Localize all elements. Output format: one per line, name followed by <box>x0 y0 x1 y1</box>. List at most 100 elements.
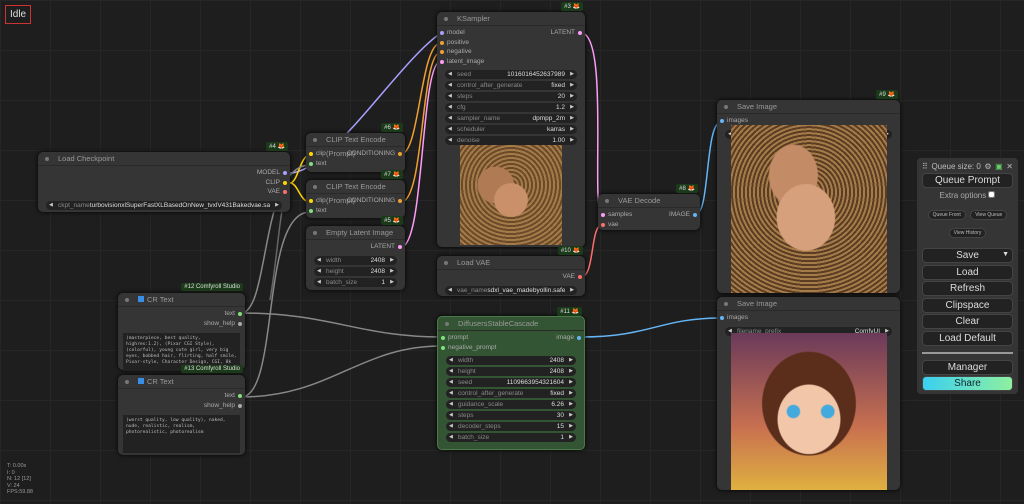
widget-height[interactable]: height 2408 <box>314 266 397 276</box>
widget-ckpt-name[interactable]: ckpt_nameturbovisionxlSuperFastXLBasedOn… <box>46 200 282 210</box>
fox-icon: 🦊 <box>887 92 895 98</box>
node-clip-text-encode-prompt[interactable]: #6 🦊 CLIP Text Encode (Prompt) clip CONDITI… <box>306 123 405 172</box>
widget-seed[interactable]: seed 1109663954321604 <box>446 378 576 387</box>
node-load-vae[interactable]: #10 🦊 Load VAE VAE vae_namesdxl_vae_madebyo… <box>437 246 585 296</box>
widget-control-after-generate[interactable]: control_after_generate fixed <box>445 81 577 90</box>
input-slot-prompt[interactable]: prompt <box>438 333 468 343</box>
node-cr-text[interactable]: #12 Comfyroll Studio CR Text text show_help… <box>118 283 245 371</box>
output-slot-text[interactable]: text <box>225 391 245 401</box>
widget-denoise[interactable]: denoise 1.00 <box>445 136 577 145</box>
node-title[interactable]: CR Text <box>118 293 245 307</box>
node-title[interactable]: KSampler <box>437 12 585 26</box>
input-slot-negative_prompt[interactable]: negative_prompt <box>438 343 496 353</box>
node-ksampler[interactable]: #3 🦊 KSampler model LATENT positive negative l… <box>437 2 585 247</box>
share-button[interactable]: Share <box>922 376 1013 391</box>
input-slot-latent_image[interactable]: latent_image <box>437 57 484 67</box>
output-slot-CONDITIONING[interactable]: CONDITIONING <box>347 196 405 206</box>
queue-prompt-button[interactable]: Queue Prompt <box>922 172 1013 188</box>
load-button[interactable]: Load <box>922 264 1013 280</box>
close-icon[interactable]: ✕ <box>1006 162 1013 171</box>
output-slot-CONDITIONING[interactable]: CONDITIONING <box>347 149 405 159</box>
widget-decoder-steps[interactable]: decoder_steps 15 <box>446 422 576 431</box>
node-save-image[interactable]: Save Imageimagesfilename_prefixComfyUI <box>717 297 900 490</box>
widget-label: width <box>458 357 474 364</box>
clipspace-button[interactable]: Clipspace <box>922 297 1013 313</box>
drag-handle-icon[interactable]: ⠿ <box>922 162 928 171</box>
widget-batch-size[interactable]: batch_size 1 <box>314 277 397 287</box>
node-title[interactable]: VAE Decode <box>598 194 700 208</box>
queue-front-button[interactable]: Queue Front <box>927 209 966 220</box>
widget-sampler-name[interactable]: sampler_name dpmpp_2m <box>445 114 577 123</box>
widget-width[interactable]: width 2408 <box>446 356 576 365</box>
extra-options-checkbox[interactable] <box>988 190 996 198</box>
output-slot-LATENT[interactable]: LATENT <box>371 242 405 252</box>
output-slot-show_help[interactable]: show_help <box>204 401 245 411</box>
input-slot-clip[interactable]: clip <box>306 196 326 206</box>
widget-guidance-scale[interactable]: guidance_scale 6.26 <box>446 400 576 409</box>
refresh-button[interactable]: Refresh <box>922 281 1013 296</box>
widget-width[interactable]: width 2408 <box>314 255 397 265</box>
node-title[interactable]: Load Checkpoint <box>38 152 290 166</box>
node-clip-text-encode-prompt[interactable]: #7 🦊 CLIP Text Encode (Prompt) clip CONDITI… <box>306 170 405 218</box>
output-slot-IMAGE[interactable]: IMAGE <box>669 210 700 220</box>
output-slot-LATENT[interactable]: LATENT <box>551 28 585 38</box>
input-slot-clip[interactable]: clip <box>306 149 326 159</box>
input-slot-negative[interactable]: negative <box>437 47 472 57</box>
node-diffusersstablecascade[interactable]: #11 🦊 DiffusersStableCascade prompt image ne… <box>437 307 585 450</box>
node-id-badge: #6 🦊 <box>381 123 403 132</box>
node-title[interactable]: CLIP Text Encode (Prompt) <box>306 180 405 205</box>
input-slot-images[interactable]: images <box>717 313 748 323</box>
widget-height[interactable]: height 2408 <box>446 367 576 376</box>
node-title[interactable]: Save Image <box>717 100 900 114</box>
gear-icon[interactable]: ⚙ <box>984 162 991 171</box>
widget-value: 2408 <box>370 256 385 264</box>
load-default-button[interactable]: Load Default <box>922 330 1013 346</box>
widget-seed[interactable]: seed 1016016452637989 <box>445 70 577 79</box>
node-cr-text[interactable]: #13 Comfyroll Studio CR Text text show_help… <box>118 365 245 455</box>
node-empty-latent-image[interactable]: #5 🦊Empty Latent ImageLATENTwidth2408hei… <box>306 216 405 290</box>
node-title[interactable]: DiffusersStableCascade <box>438 317 584 331</box>
input-slot-samples[interactable]: samples <box>598 210 632 220</box>
view-queue-button[interactable]: View Queue <box>970 209 1008 220</box>
widget-label: decoder_steps <box>458 423 501 430</box>
fox-icon: 🦊 <box>392 172 400 178</box>
output-slot-text[interactable]: text <box>225 309 245 319</box>
widget-scheduler[interactable]: scheduler karras <box>445 125 577 134</box>
input-slot-text[interactable]: text <box>306 206 326 216</box>
output-slot-show_help[interactable]: show_help <box>204 319 245 329</box>
output-slot-VAE[interactable]: VAE <box>562 272 585 282</box>
output-slot-CLIP[interactable]: CLIP <box>266 178 290 188</box>
save-button[interactable]: Save <box>922 248 1013 263</box>
image-icon[interactable]: ▣ <box>995 162 1003 171</box>
node-title[interactable]: CLIP Text Encode (Prompt) <box>306 133 405 158</box>
widget-cfg[interactable]: cfg 1.2 <box>445 103 577 112</box>
node-title[interactable]: Save Image <box>717 297 900 311</box>
widget-control-after-generate[interactable]: control_after_generate fixed <box>446 389 576 398</box>
input-slot-positive[interactable]: positive <box>437 38 469 48</box>
widget-batch-size[interactable]: batch_size 1 <box>446 433 576 442</box>
node-title[interactable]: Load VAE <box>437 256 585 270</box>
node-title[interactable]: CR Text <box>118 375 245 389</box>
clear-button[interactable]: Clear <box>922 314 1013 329</box>
widget-value: 2408 <box>370 267 385 275</box>
node-vae-decode[interactable]: #8 🦊 VAE Decode samples IMAGE vae <box>598 184 700 230</box>
chevron-down-icon[interactable]: ▼ <box>1002 251 1009 258</box>
node-save-image[interactable]: #9 🦊Save Imageimagesfilename_prefixComfy… <box>717 90 900 293</box>
input-slot-vae[interactable]: vae <box>598 220 618 230</box>
manager-button[interactable]: Manager <box>922 359 1013 375</box>
output-slot-image[interactable]: image <box>556 333 584 343</box>
widget-steps[interactable]: steps 30 <box>446 411 576 420</box>
output-slot-VAE[interactable]: VAE <box>267 187 290 197</box>
widget-vae-name[interactable]: vae_namesdxl_vae_madebyollin.safetensors <box>445 285 577 295</box>
node-load-checkpoint[interactable]: #4 🦊 Load Checkpoint MODELCLIPVAE ckpt_name… <box>38 142 290 212</box>
prompt-textarea[interactable]: (worst quality, low quality), naked, nud… <box>123 415 240 453</box>
fox-icon: 🦊 <box>571 309 579 315</box>
widget-value: fixed <box>550 390 564 397</box>
input-slot-text[interactable]: text <box>306 159 326 169</box>
widget-steps[interactable]: steps 20 <box>445 92 577 101</box>
view-history-button[interactable]: View History <box>948 227 987 238</box>
input-slot-model[interactable]: model <box>437 28 465 38</box>
output-slot-MODEL[interactable]: MODEL <box>257 168 290 178</box>
node-title[interactable]: Empty Latent Image <box>306 226 405 240</box>
extra-options-label: Extra options <box>939 190 987 200</box>
